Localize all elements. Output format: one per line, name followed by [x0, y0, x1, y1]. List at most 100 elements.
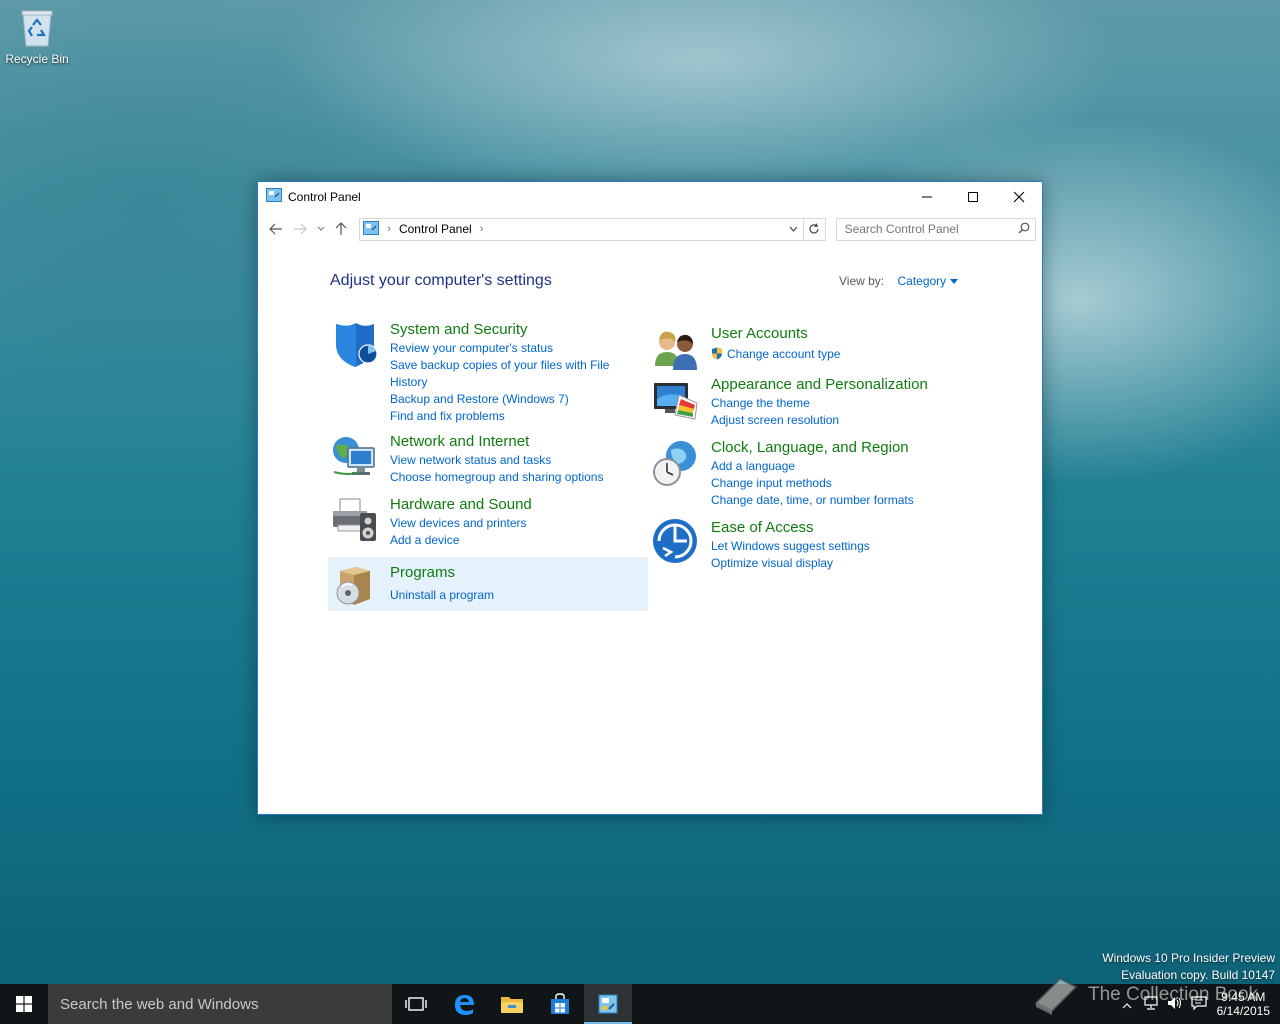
link-view-devices-and-printers[interactable]: View devices and printers — [390, 515, 532, 532]
printer-icon[interactable] — [330, 495, 382, 547]
category-title-system-and-security[interactable]: System and Security — [390, 320, 609, 340]
category-title-network-and-internet[interactable]: Network and Internet — [390, 432, 603, 452]
clock-globe-icon[interactable] — [651, 438, 703, 490]
programs-icon[interactable] — [330, 561, 382, 613]
link-uninstall-a-program[interactable]: Uninstall a program — [390, 587, 494, 604]
close-button[interactable] — [996, 182, 1042, 212]
link-change-input-methods[interactable]: Change input methods — [711, 475, 914, 492]
collection-book-text: The Collection Book — [1088, 984, 1259, 1005]
address-dropdown-button[interactable] — [785, 224, 803, 235]
link-review-computer-status[interactable]: Review your computer's status — [390, 340, 609, 357]
category-title-ease-of-access[interactable]: Ease of Access — [711, 518, 870, 538]
maximize-button[interactable] — [950, 182, 996, 212]
collection-book-watermark: The Collection Book — [1030, 975, 1258, 1015]
control-panel-taskbar-button[interactable] — [584, 984, 632, 1024]
edge-icon — [455, 995, 474, 1015]
link-adjust-screen-resolution[interactable]: Adjust screen resolution — [711, 412, 928, 429]
link-find-and-fix-problems[interactable]: Find and fix problems — [390, 408, 609, 425]
navigation-bar: › Control Panel › — [258, 212, 1042, 246]
search-box[interactable] — [835, 217, 1037, 241]
chevron-down-icon — [789, 226, 798, 232]
title-bar[interactable]: Control Panel — [258, 182, 1042, 212]
chevron-down-icon — [317, 226, 324, 231]
watermark-line-edition: Windows 10 Pro Insider Preview — [1102, 951, 1275, 965]
link-change-account-type-row: Change account type — [711, 346, 840, 363]
network-icon[interactable] — [330, 432, 382, 484]
link-let-windows-suggest-settings[interactable]: Let Windows suggest settings — [711, 538, 870, 555]
link-change-the-theme[interactable]: Change the theme — [711, 395, 928, 412]
refresh-button[interactable] — [803, 217, 826, 241]
file-explorer-button[interactable] — [488, 984, 536, 1024]
store-button[interactable] — [536, 984, 584, 1024]
link-backup-and-restore[interactable]: Backup and Restore (Windows 7) — [390, 391, 609, 408]
edge-browser-button[interactable] — [440, 984, 488, 1024]
back-button[interactable] — [264, 217, 288, 241]
control-panel-app-icon — [266, 187, 282, 208]
category-title-programs[interactable]: Programs — [390, 563, 494, 583]
page-title: Adjust your computer's settings — [330, 272, 552, 289]
ease-of-access-icon[interactable] — [651, 518, 703, 570]
book-icon — [1034, 977, 1078, 1015]
link-add-a-device[interactable]: Add a device — [390, 532, 532, 549]
uac-shield-icon — [711, 347, 723, 360]
category-title-hardware-and-sound[interactable]: Hardware and Sound — [390, 495, 532, 515]
category-title-clock-language-and-region[interactable]: Clock, Language, and Region — [711, 438, 914, 458]
link-change-date-time-formats[interactable]: Change date, time, or number formats — [711, 492, 914, 509]
category-system-and-security: System and Security Review your computer… — [330, 320, 609, 425]
control-panel-taskbar-icon — [598, 994, 618, 1014]
category-user-accounts: User Accounts Change account type — [651, 324, 840, 376]
link-save-backup-copies-continued[interactable]: History — [390, 374, 609, 391]
view-by-label: View by: — [839, 274, 885, 288]
monitor-palette-icon[interactable] — [651, 375, 703, 427]
recent-locations-button[interactable] — [312, 217, 330, 241]
view-by-dropdown[interactable]: Category — [897, 274, 946, 288]
category-ease-of-access: Ease of Access Let Windows suggest setti… — [651, 518, 870, 572]
up-button[interactable] — [329, 217, 353, 241]
category-appearance-and-personalization: Appearance and Personalization Change th… — [651, 375, 928, 429]
up-arrow-icon — [335, 222, 347, 235]
shield-icon[interactable] — [330, 320, 382, 372]
window-title: Control Panel — [288, 190, 361, 204]
control-panel-content: Adjust your computer's settings View by:… — [258, 246, 1042, 814]
link-save-backup-copies[interactable]: Save backup copies of your files with Fi… — [390, 357, 609, 374]
close-icon — [1013, 191, 1025, 203]
maximize-icon — [968, 192, 978, 202]
taskbar-search-box[interactable]: Search the web and Windows — [48, 984, 392, 1024]
category-network-and-internet: Network and Internet View network status… — [330, 432, 603, 486]
search-input[interactable] — [844, 222, 1015, 236]
refresh-icon — [809, 223, 819, 234]
task-view-button[interactable] — [392, 984, 440, 1024]
windows-logo-icon — [16, 996, 32, 1012]
link-view-network-status[interactable]: View network status and tasks — [390, 452, 603, 469]
caret-down-icon[interactable] — [950, 279, 959, 285]
category-title-appearance-and-personalization[interactable]: Appearance and Personalization — [711, 375, 928, 395]
search-icon[interactable] — [1018, 222, 1030, 237]
recycle-bin-icon — [20, 8, 54, 48]
address-bar[interactable]: › Control Panel › — [359, 217, 804, 241]
breadcrumb-separator-icon[interactable]: › — [480, 223, 484, 235]
recycle-bin-label: Recycle Bin — [5, 52, 69, 66]
control-panel-window: Control Panel › Control Panel › Search C… — [257, 181, 1043, 815]
forward-button[interactable] — [288, 217, 312, 241]
breadcrumb-separator-icon[interactable]: › — [387, 223, 391, 235]
users-icon[interactable] — [651, 324, 703, 376]
link-change-account-type[interactable]: Change account type — [727, 347, 840, 361]
recycle-bin-shortcut[interactable]: Recycle Bin — [4, 8, 70, 66]
minimize-icon — [922, 196, 932, 198]
view-by-control: View by: Category — [839, 274, 959, 288]
minimize-button[interactable] — [904, 182, 950, 212]
store-bag-icon — [551, 993, 569, 1014]
control-panel-small-icon — [363, 220, 380, 239]
task-view-icon — [405, 997, 427, 1011]
forward-arrow-icon — [293, 223, 307, 235]
taskbar-search-placeholder: Search the web and Windows — [60, 995, 259, 1013]
category-title-user-accounts[interactable]: User Accounts — [711, 324, 840, 344]
link-optimize-visual-display[interactable]: Optimize visual display — [711, 555, 870, 572]
start-button[interactable] — [0, 984, 48, 1024]
category-clock-language-and-region: Clock, Language, and Region Add a langua… — [651, 438, 914, 509]
breadcrumb-control-panel[interactable]: Control Panel — [399, 222, 472, 236]
folder-icon — [501, 997, 523, 1013]
back-arrow-icon — [269, 223, 282, 235]
link-add-a-language[interactable]: Add a language — [711, 458, 914, 475]
link-choose-homegroup[interactable]: Choose homegroup and sharing options — [390, 469, 603, 486]
